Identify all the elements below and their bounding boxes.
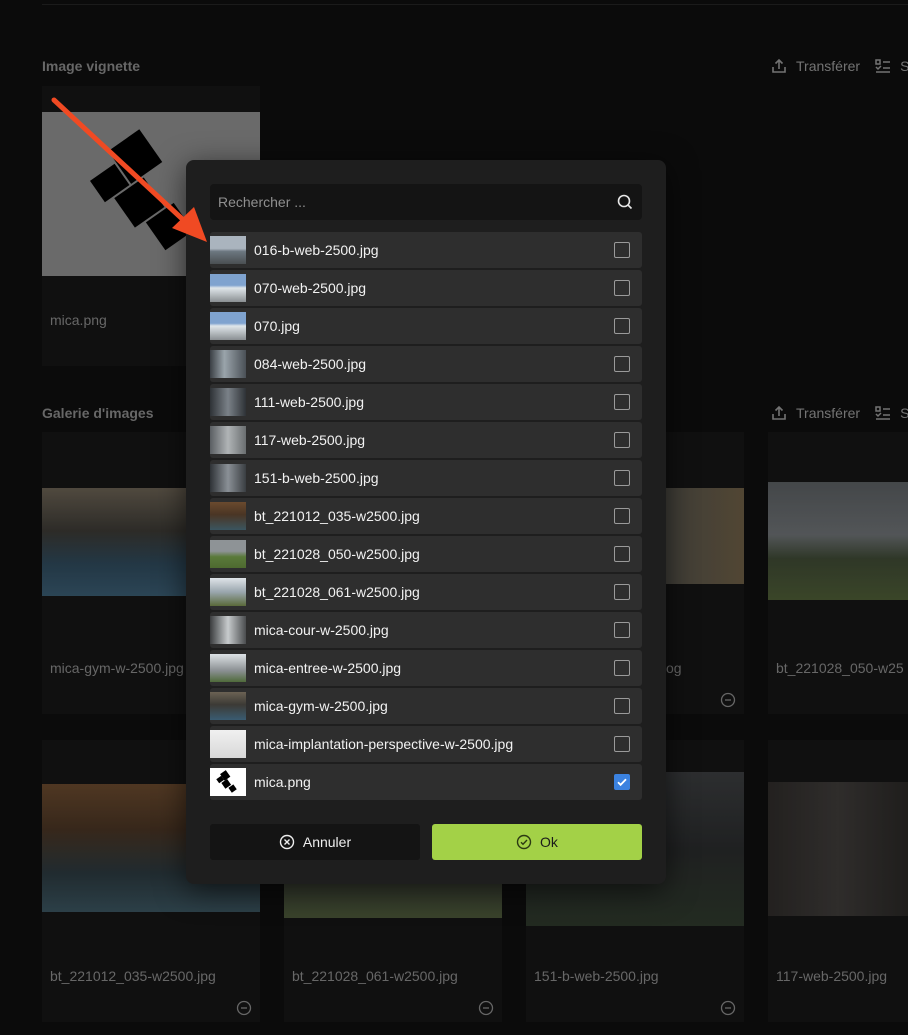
- file-name: bt_221028_061-w2500.jpg: [254, 584, 420, 600]
- file-row[interactable]: bt_221012_035-w2500.jpg: [210, 498, 642, 534]
- file-thumbnail: [210, 768, 246, 796]
- check-circle-icon: [516, 834, 532, 850]
- file-thumbnail: [210, 540, 246, 568]
- ok-button[interactable]: Ok: [432, 824, 642, 860]
- file-thumbnail: [210, 388, 246, 416]
- cancel-label: Annuler: [302, 834, 352, 850]
- file-row[interactable]: 117-web-2500.jpg: [210, 422, 642, 458]
- search-icon[interactable]: [617, 194, 633, 210]
- mica-logo: [216, 770, 237, 793]
- file-checkbox[interactable]: [614, 242, 630, 258]
- search-field[interactable]: [210, 184, 642, 220]
- file-thumbnail: [210, 274, 246, 302]
- file-thumbnail: [210, 350, 246, 378]
- file-thumbnail: [210, 654, 246, 682]
- file-thumbnail: [210, 426, 246, 454]
- file-thumbnail: [210, 502, 246, 530]
- image-picker-dialog: 016-b-web-2500.jpg 070-web-2500.jpg 070.jp…: [186, 160, 666, 884]
- file-row[interactable]: 070-web-2500.jpg: [210, 270, 642, 306]
- file-name: mica-gym-w-2500.jpg: [254, 698, 388, 714]
- file-checkbox[interactable]: [614, 318, 630, 334]
- file-name: 117-web-2500.jpg: [254, 432, 366, 448]
- file-checkbox[interactable]: [614, 622, 630, 638]
- file-row[interactable]: 151-b-web-2500.jpg: [210, 460, 642, 496]
- file-name: 016-b-web-2500.jpg: [254, 242, 379, 258]
- file-name: 151-b-web-2500.jpg: [254, 470, 379, 486]
- file-row[interactable]: bt_221028_061-w2500.jpg: [210, 574, 642, 610]
- search-input[interactable]: [210, 184, 600, 220]
- file-name: 111-web-2500.jpg: [254, 394, 365, 410]
- file-name: mica-implantation-perspective-w-2500.jpg: [254, 736, 514, 752]
- checkmark-icon: [617, 778, 627, 787]
- file-row[interactable]: 084-web-2500.jpg: [210, 346, 642, 382]
- file-checkbox[interactable]: [614, 774, 630, 790]
- file-name: bt_221012_035-w2500.jpg: [254, 508, 420, 524]
- file-name: 084-web-2500.jpg: [254, 356, 367, 372]
- file-checkbox[interactable]: [614, 584, 630, 600]
- file-row[interactable]: mica-gym-w-2500.jpg: [210, 688, 642, 724]
- file-row[interactable]: 016-b-web-2500.jpg: [210, 232, 642, 268]
- file-thumbnail: [210, 692, 246, 720]
- file-thumbnail: [210, 236, 246, 264]
- ok-label: Ok: [540, 834, 558, 850]
- file-thumbnail: [210, 578, 246, 606]
- file-row[interactable]: 070.jpg: [210, 308, 642, 344]
- cancel-button[interactable]: Annuler: [210, 824, 420, 860]
- file-row[interactable]: mica-implantation-perspective-w-2500.jpg: [210, 726, 642, 762]
- file-thumbnail: [210, 312, 246, 340]
- file-checkbox[interactable]: [614, 470, 630, 486]
- file-row[interactable]: bt_221028_050-w2500.jpg: [210, 536, 642, 572]
- file-thumbnail: [210, 464, 246, 492]
- file-checkbox[interactable]: [614, 394, 630, 410]
- file-thumbnail: [210, 730, 246, 758]
- file-name: bt_221028_050-w2500.jpg: [254, 546, 420, 562]
- cancel-circle-icon: [279, 834, 295, 850]
- file-name: mica-entree-w-2500.jpg: [254, 660, 402, 676]
- file-row[interactable]: mica.png: [210, 764, 642, 800]
- file-checkbox[interactable]: [614, 356, 630, 372]
- file-name: 070-web-2500.jpg: [254, 280, 367, 296]
- file-row[interactable]: mica-cour-w-2500.jpg: [210, 612, 642, 648]
- file-row[interactable]: mica-entree-w-2500.jpg: [210, 650, 642, 686]
- file-checkbox[interactable]: [614, 660, 630, 676]
- file-checkbox[interactable]: [614, 698, 630, 714]
- file-name: mica.png: [254, 774, 311, 790]
- file-checkbox[interactable]: [614, 280, 630, 296]
- file-checkbox[interactable]: [614, 432, 630, 448]
- file-checkbox[interactable]: [614, 508, 630, 524]
- file-checkbox[interactable]: [614, 546, 630, 562]
- file-checkbox[interactable]: [614, 736, 630, 752]
- file-row[interactable]: 111-web-2500.jpg: [210, 384, 642, 420]
- file-name: mica-cour-w-2500.jpg: [254, 622, 389, 638]
- file-name: 070.jpg: [254, 318, 300, 334]
- file-thumbnail: [210, 616, 246, 644]
- file-list: 016-b-web-2500.jpg 070-web-2500.jpg 070.jp…: [210, 232, 642, 802]
